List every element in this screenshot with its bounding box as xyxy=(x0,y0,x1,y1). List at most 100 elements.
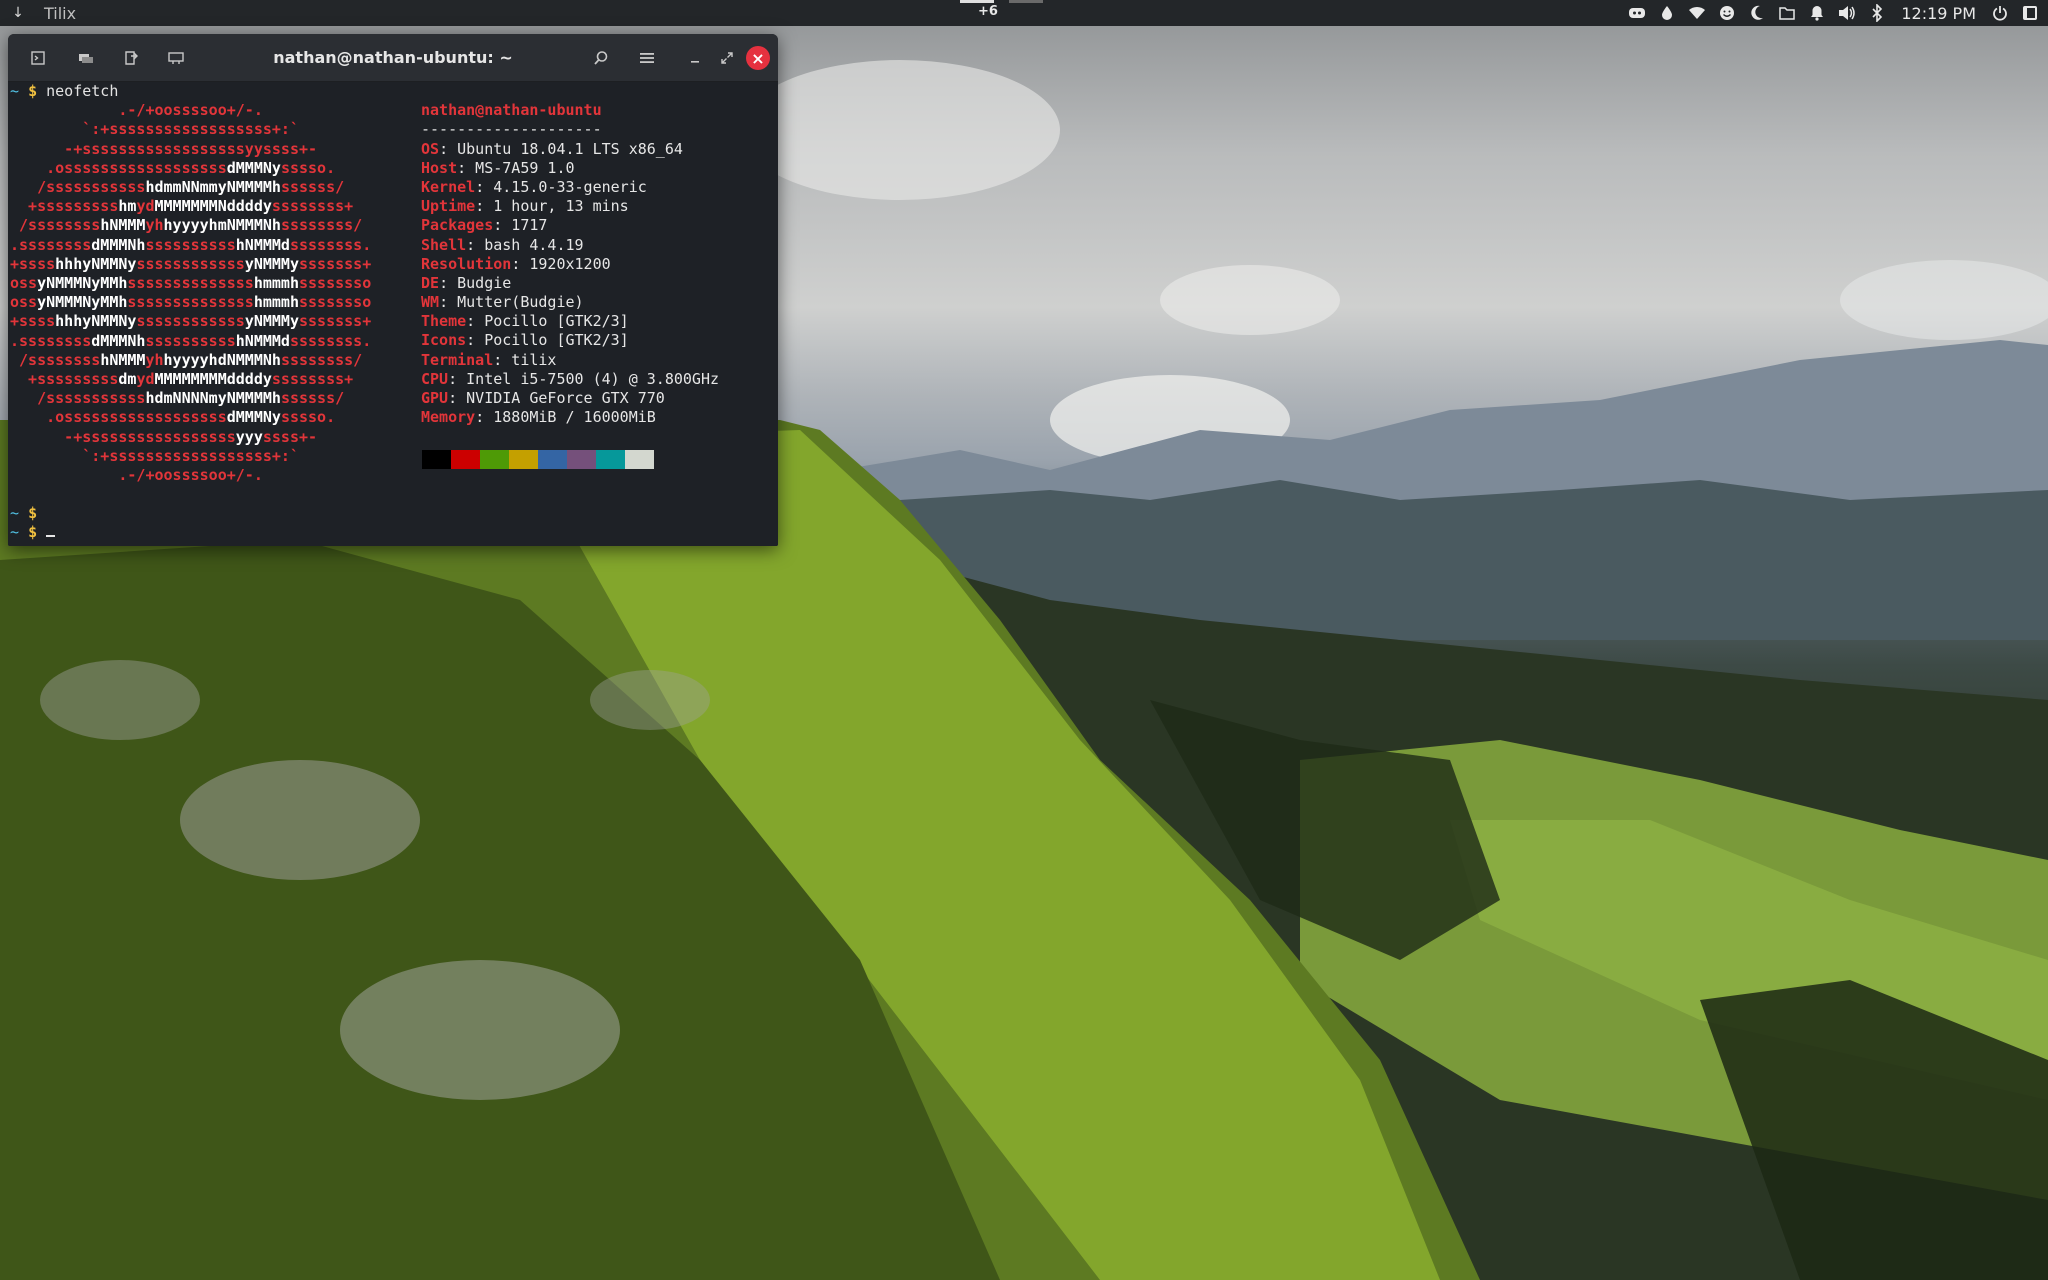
info-row: Memory: 1880MiB / 16000MiB xyxy=(421,408,719,427)
info-row: DE: Budgie xyxy=(421,274,719,293)
logo-segment: `:+ssssssssssssssssss+:` xyxy=(10,120,299,139)
logo-segment: yNMMMy xyxy=(244,312,299,331)
folder-icon[interactable] xyxy=(1777,3,1797,23)
logo-segment: hNMMMd xyxy=(235,235,290,254)
terminal-titlebar[interactable]: nathan@nathan-ubuntu: ~ × xyxy=(8,34,778,82)
logo-segment: .-/+oossssoo+/-. xyxy=(10,466,263,485)
info-value: : 4.15.0-33-generic xyxy=(475,177,647,196)
command-line: ~ $ neofetch xyxy=(10,82,118,101)
info-row: Kernel: 4.15.0-33-generic xyxy=(421,178,719,197)
logo-segment: +sssssssss xyxy=(10,197,119,216)
power-icon[interactable] xyxy=(1990,3,2010,23)
logo-segment: .ssssssss xyxy=(10,331,92,350)
logo-segment: .ssssssss xyxy=(10,235,92,254)
logo-segment: hhhyNMMNy xyxy=(55,254,137,273)
volume-icon[interactable] xyxy=(1837,3,1857,23)
logo-segment: hdmNNNNmyNMMMMh xyxy=(145,389,281,408)
logo-segment: yNMMMNyMMh xyxy=(37,293,128,312)
ubuntu-ascii-logo: .-/+oossssoo+/-. `:+ssssssssssssssssss+:… xyxy=(10,101,371,485)
logo-segment: MMMMMMMMddddy xyxy=(154,370,272,389)
info-row: Uptime: 1 hour, 13 mins xyxy=(421,197,719,216)
minimize-icon[interactable] xyxy=(683,46,707,70)
info-row: WM: Mutter(Budgie) xyxy=(421,293,719,312)
wifi-icon[interactable] xyxy=(1687,3,1707,23)
logo-segment: hNMMM xyxy=(100,216,146,235)
info-row: Host: MS-7A59 1.0 xyxy=(421,159,719,178)
info-key: Uptime xyxy=(421,197,476,216)
logo-segment: /sssssssssss xyxy=(10,178,146,196)
info-key: Theme xyxy=(421,312,467,331)
workspace-indicator-2[interactable] xyxy=(1009,0,1043,3)
system-info: nathan@nathan-ubuntu -------------------… xyxy=(421,101,719,427)
info-row: OS: Ubuntu 18.04.1 LTS x86_64 xyxy=(421,140,719,159)
logo-line: .-/+oossssoo+/-. xyxy=(10,466,371,485)
info-row: Packages: 1717 xyxy=(421,216,719,235)
search-icon[interactable] xyxy=(589,46,613,70)
info-key: DE xyxy=(421,273,440,292)
split-horizontal-icon[interactable] xyxy=(119,46,143,70)
info-value: : Ubuntu 18.04.1 LTS x86_64 xyxy=(439,139,683,158)
logo-segment: yd xyxy=(136,370,155,389)
info-key: OS xyxy=(421,139,440,158)
night-mode-icon[interactable] xyxy=(1747,3,1767,23)
logo-segment: hmmmh xyxy=(253,293,299,312)
logo-segment: oss xyxy=(10,293,38,312)
color-swatch xyxy=(422,450,451,469)
info-key: Icons xyxy=(421,331,467,350)
terminal-body[interactable]: ~ $ neofetch .-/+oossssoo+/-. `:+sssssss… xyxy=(8,82,778,546)
info-key: CPU xyxy=(421,369,449,388)
new-session-icon[interactable] xyxy=(26,46,50,70)
raven-panel-icon[interactable] xyxy=(2020,3,2040,23)
info-key: Memory xyxy=(421,408,476,427)
logo-segment: yNMMMy xyxy=(244,254,299,273)
info-row: Shell: bash 4.4.19 xyxy=(421,236,719,255)
logo-segment: sssssss+ xyxy=(299,312,372,331)
info-value: : 1880MiB / 16000MiB xyxy=(475,408,656,427)
logo-line: `:+ssssssssssssssssss+:` xyxy=(10,120,371,139)
logo-segment: ssssssso xyxy=(299,293,372,312)
tilix-terminal-window[interactable]: nathan@nathan-ubuntu: ~ × ~ $ neofetch .… xyxy=(8,34,778,546)
prompt-tilde: ~ xyxy=(10,82,20,100)
bluetooth-icon[interactable] xyxy=(1867,3,1887,23)
active-prompt-line[interactable]: ~ $ xyxy=(10,523,56,542)
sync-input-icon[interactable] xyxy=(164,46,188,70)
logo-segment: yh xyxy=(145,350,164,369)
logo-segment: ssssssss/ xyxy=(280,350,363,369)
notification-bell-icon[interactable] xyxy=(1807,3,1827,23)
split-vertical-icon[interactable] xyxy=(74,46,98,70)
info-row: Theme: Pocillo [GTK2/3] xyxy=(421,312,719,331)
top-panel: ↓ Tilix +6 12:19 PM xyxy=(0,0,2048,26)
prompt-tilde: ~ xyxy=(10,523,20,542)
logo-segment: ssssssss. xyxy=(289,331,372,350)
info-value: : Pocillo [GTK2/3] xyxy=(466,331,629,350)
info-key: Packages xyxy=(421,216,494,235)
drop-icon[interactable] xyxy=(1657,3,1677,23)
active-app-name[interactable]: Tilix xyxy=(44,4,76,23)
workspace-indicator-1[interactable] xyxy=(960,0,994,3)
logo-line: .ossssssssssssssssssdMMMNysssso. xyxy=(10,408,371,427)
emoji-icon[interactable] xyxy=(1717,3,1737,23)
maximize-icon[interactable] xyxy=(715,46,739,70)
info-key: Resolution xyxy=(421,254,512,273)
info-value: : NVIDIA GeForce GTX 770 xyxy=(448,389,665,407)
close-icon[interactable]: × xyxy=(746,46,770,70)
workspace-count-label[interactable]: +6 xyxy=(960,4,1016,19)
info-value: : tilix xyxy=(493,350,557,369)
logo-segment: MMMMMMMNddddy xyxy=(154,197,272,216)
logo-line: ossyNMMMNyMMhsssssssssssssshmmmhssssssso xyxy=(10,274,371,293)
logo-segment: ssssssss/ xyxy=(280,216,363,235)
info-separator-text: -------------------- xyxy=(421,120,602,139)
command-text: neofetch xyxy=(46,82,119,100)
workspace-switcher[interactable]: +6 xyxy=(960,0,1060,26)
panel-clock[interactable]: 12:19 PM xyxy=(1901,4,1976,23)
logo-line: /ssssssssssshdmmNNmmyNMMMMhssssss/ xyxy=(10,178,371,197)
logo-segment: hNMMMd xyxy=(235,331,290,350)
download-arrow-icon[interactable]: ↓ xyxy=(10,5,26,21)
logo-line: .ossssssssssssssssssdMMMNysssso. xyxy=(10,159,371,178)
info-key: Terminal xyxy=(421,350,494,369)
hamburger-menu-icon[interactable] xyxy=(635,46,659,70)
discord-icon[interactable] xyxy=(1627,3,1647,23)
info-separator: -------------------- xyxy=(421,120,719,139)
logo-segment: sssso. xyxy=(280,408,336,427)
logo-segment: dMMMNh xyxy=(91,235,146,254)
